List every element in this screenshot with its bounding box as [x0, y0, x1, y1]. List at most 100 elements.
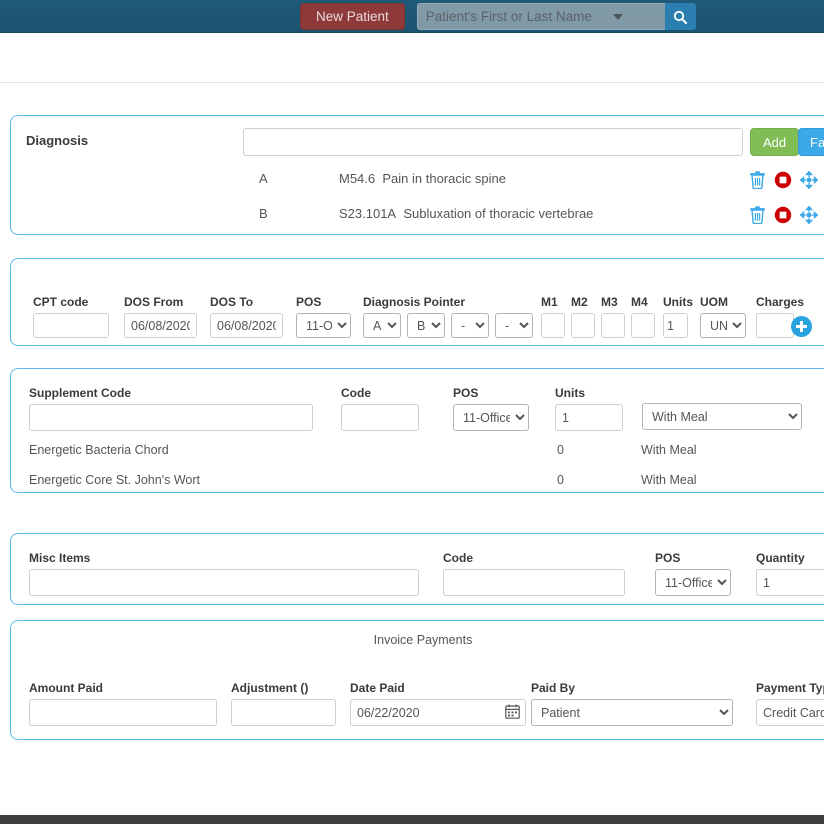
diagnosis-favs-button[interactable]: Favs	[798, 128, 824, 156]
plus-circle-icon[interactable]	[791, 316, 812, 337]
dos-to-field: DOS To	[210, 295, 283, 338]
diagnosis-row-letter: B	[259, 206, 268, 221]
amount-paid-input[interactable]	[29, 699, 217, 726]
supplement-item-code-label: Code	[341, 386, 371, 400]
trash-icon[interactable]	[749, 171, 766, 194]
move-arrows-icon[interactable]	[799, 170, 819, 194]
payment-type-label: Payment Type	[756, 681, 824, 695]
stop-octagon-icon[interactable]	[774, 206, 792, 229]
misc-quantity-field: Quantity	[756, 551, 824, 596]
modifier-4-label: M4	[631, 295, 648, 309]
adjustment-input[interactable]	[231, 699, 336, 726]
diagnosis-pointer-2-select[interactable]: B	[407, 313, 445, 338]
diagnosis-row-code-description: S23.101A Subluxation of thoracic vertebr…	[339, 206, 593, 221]
diagnosis-pointer-3-select[interactable]: -	[451, 313, 489, 338]
modifier-3-field: M3	[601, 295, 625, 338]
diagnosis-pointer-1-select[interactable]: A	[363, 313, 401, 338]
misc-code-input[interactable]	[443, 569, 625, 596]
header-divider	[0, 82, 824, 83]
misc-items-input[interactable]	[29, 569, 419, 596]
diagnosis-pointer-4-select[interactable]: -	[495, 313, 533, 338]
modifier-2-input[interactable]	[571, 313, 595, 338]
cpt-pos-field: POS 11-O	[296, 295, 351, 338]
supplement-code-input[interactable]	[29, 404, 313, 431]
misc-pos-select[interactable]: 11-Office	[655, 569, 731, 596]
modifier-4-input[interactable]	[631, 313, 655, 338]
supplement-panel: Supplement Code Code POS 11-Office Units…	[10, 368, 824, 493]
patient-search-input[interactable]	[416, 3, 665, 30]
adjustment-field: Adjustment ()	[231, 681, 336, 726]
paid-by-select[interactable]: Patient	[531, 699, 733, 726]
units-input[interactable]	[663, 313, 688, 338]
supplement-pos-label: POS	[453, 386, 479, 400]
misc-code-label: Code	[443, 551, 473, 565]
misc-items-label: Misc Items	[29, 551, 91, 565]
dos-to-input[interactable]	[210, 313, 283, 338]
uom-select[interactable]: UN	[700, 313, 746, 338]
cpt-code-input[interactable]	[33, 313, 109, 338]
supplement-timing-select[interactable]: With Meal	[642, 403, 802, 430]
supplement-units-field: Units	[555, 386, 623, 431]
misc-items-field: Misc Items	[29, 551, 419, 596]
diagnosis-pointer-field: Diagnosis Pointer A B - -	[363, 295, 533, 338]
diagnosis-add-button[interactable]: Add	[750, 128, 800, 156]
misc-quantity-input[interactable]	[756, 569, 824, 596]
uom-field: UOM UN	[700, 295, 746, 338]
diagnosis-panel: Diagnosis Add Favs A M54.6 Pain in thora…	[10, 115, 824, 235]
diagnosis-row-actions	[749, 205, 819, 229]
supplement-units-input[interactable]	[555, 404, 623, 431]
supplement-row-units: 0	[557, 473, 564, 487]
supplement-item-code-input[interactable]	[341, 404, 419, 431]
supplement-units-label: Units	[555, 386, 585, 400]
diagnosis-row-letter: A	[259, 171, 268, 186]
supplement-code-label: Supplement Code	[29, 386, 132, 400]
new-patient-button[interactable]: New Patient	[300, 3, 405, 30]
stop-octagon-icon[interactable]	[774, 171, 792, 194]
charges-input[interactable]	[756, 313, 794, 338]
header-controls: New Patient	[300, 3, 696, 30]
misc-code-field: Code	[443, 551, 625, 596]
patient-search-group	[416, 3, 696, 30]
supplement-pos-select[interactable]: 11-Office	[453, 404, 529, 431]
supplement-code-field: Supplement Code	[29, 386, 313, 431]
supplement-timing-field: With Meal	[642, 403, 802, 430]
date-paid-input[interactable]	[350, 699, 526, 726]
charges-label: Charges	[756, 295, 805, 309]
diagnosis-code: S23.101A	[339, 206, 397, 221]
cpt-panel: CPT code DOS From DOS To POS 11-O Diagno…	[10, 258, 824, 346]
modifier-1-field: M1	[541, 295, 565, 338]
diagnosis-pointer-label: Diagnosis Pointer	[363, 295, 466, 309]
trash-icon[interactable]	[749, 206, 766, 229]
amount-paid-field: Amount Paid	[29, 681, 217, 726]
table-row: B S23.101A Subluxation of thoracic verte…	[11, 205, 824, 232]
search-icon	[673, 10, 688, 24]
diagnosis-search-input[interactable]	[243, 128, 743, 156]
date-paid-label: Date Paid	[350, 681, 405, 695]
diagnosis-description: Pain in thoracic spine	[382, 171, 506, 186]
cpt-code-label: CPT code	[33, 295, 89, 309]
cpt-pos-select[interactable]: 11-O	[296, 313, 351, 338]
list-item: Energetic Core St. John's Wort	[29, 473, 200, 487]
payment-type-field: Payment Type	[756, 681, 824, 726]
list-item: Energetic Bacteria Chord	[29, 443, 169, 457]
invoice-payments-heading: Invoice Payments	[373, 633, 473, 647]
diagnosis-description: Subluxation of thoracic vertebrae	[403, 206, 594, 221]
misc-quantity-label: Quantity	[756, 551, 805, 565]
modifier-3-input[interactable]	[601, 313, 625, 338]
units-field: Units	[663, 295, 693, 338]
supplement-row-timing: With Meal	[641, 443, 697, 457]
move-arrows-icon[interactable]	[799, 205, 819, 229]
paid-by-label: Paid By	[531, 681, 576, 695]
modifier-1-input[interactable]	[541, 313, 565, 338]
paid-by-field: Paid By Patient	[531, 681, 733, 726]
dos-from-input[interactable]	[124, 313, 197, 338]
payment-type-input[interactable]	[756, 699, 824, 726]
invoice-payments-panel: Invoice Payments Amount Paid Adjustment …	[10, 620, 824, 740]
misc-pos-label: POS	[655, 551, 681, 565]
dos-from-label: DOS From	[124, 295, 184, 309]
supplement-item-code-field: Code	[341, 386, 419, 431]
modifier-2-label: M2	[571, 295, 588, 309]
table-row: A M54.6 Pain in thoracic spine	[11, 170, 824, 197]
search-button[interactable]	[664, 3, 696, 30]
units-label: Units	[663, 295, 693, 309]
